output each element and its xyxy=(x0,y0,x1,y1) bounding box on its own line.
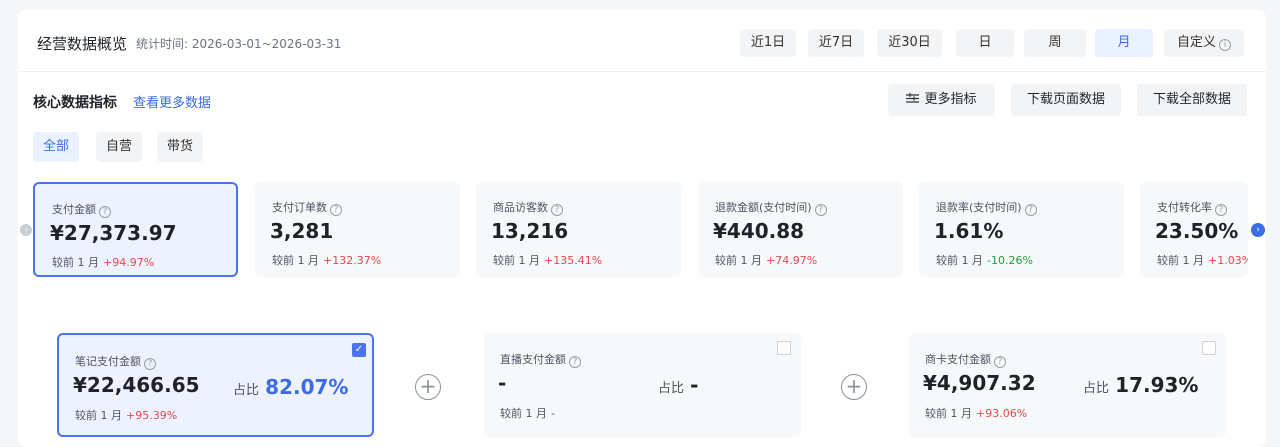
compare-label: 较前 1 月 xyxy=(1157,254,1204,267)
share-label: 占比 xyxy=(1083,381,1110,396)
help-icon: ? xyxy=(1215,204,1227,216)
business-overview-panel: 经营数据概览 统计时间: 2026-03-01~2026-03-31 近1日 近… xyxy=(18,10,1266,447)
metric-value: 13,216 xyxy=(491,219,569,243)
delta-value: - xyxy=(551,407,555,420)
delta-value: +95.39% xyxy=(126,409,178,422)
plus-circle-icon: + xyxy=(415,374,441,400)
overview-header: 经营数据概览 统计时间: 2026-03-01~2026-03-31 近1日 近… xyxy=(18,10,1266,72)
metric-label: 商品访客数 xyxy=(493,201,548,214)
breakdown-label: 商卡支付金额 xyxy=(925,353,991,366)
metric-value: 1.61% xyxy=(934,219,1004,243)
compare-label: 较前 1 月 xyxy=(936,254,983,267)
help-icon: ? xyxy=(814,204,827,216)
core-metrics-title: 核心数据指标 xyxy=(33,95,117,111)
delta-value: -10.26% xyxy=(987,254,1033,267)
sliders-icon xyxy=(906,93,920,103)
breakdown-value: ¥22,466.65 xyxy=(73,373,200,397)
help-icon: ? xyxy=(551,204,563,216)
breakdown-label: 直播支付金额 xyxy=(500,353,566,366)
breakdown-checkbox[interactable] xyxy=(1202,341,1216,355)
compare-label: 较前 1 月 xyxy=(500,407,547,420)
delta-value: +93.06% xyxy=(976,407,1028,420)
page-title: 经营数据概览 xyxy=(37,35,128,53)
share-value: 82.07% xyxy=(265,375,349,399)
metric-card-pay-orders[interactable]: 支付订单数? 3,281 较前 1 月 +132.37% xyxy=(255,182,460,277)
metric-card-product-visitors[interactable]: 商品访客数? 13,216 较前 1 月 +135.41% xyxy=(476,182,681,277)
tab-affiliate[interactable]: 带货 xyxy=(157,132,203,162)
share-label: 占比 xyxy=(658,381,685,396)
time-btn-week[interactable]: 周 xyxy=(1024,29,1086,57)
time-btn-day[interactable]: 日 xyxy=(956,29,1014,57)
breakdown-value: - xyxy=(498,371,507,395)
carousel-prev-icon[interactable]: ‹ xyxy=(20,224,32,236)
breakdown-checkbox[interactable]: ✓ xyxy=(352,343,366,357)
time-btn-30d[interactable]: 近30日 xyxy=(877,29,942,57)
help-icon: ? xyxy=(994,356,1006,368)
help-icon: ? xyxy=(569,356,581,368)
help-icon: ? xyxy=(330,204,342,216)
compare-label: 较前 1 月 xyxy=(715,254,762,267)
delta-value: +135.41% xyxy=(544,254,603,267)
breakdown-card-live-pay[interactable]: 直播支付金额? - 占比 - 较前 1 月- xyxy=(484,333,801,437)
metric-card-conversion-rate[interactable]: 支付转化率? 23.50% 较前 1 月 +1.03% xyxy=(1140,182,1248,277)
view-more-data-link[interactable]: 查看更多数据 xyxy=(133,92,211,111)
metric-card-refund-amount[interactable]: 退款金额(支付时间)? ¥440.88 较前 1 月 +74.97% xyxy=(698,182,903,277)
help-icon: ? xyxy=(1024,204,1037,216)
time-btn-7d[interactable]: 近7日 xyxy=(808,29,864,57)
metric-card-pay-amount[interactable]: 支付金额? ¥27,373.97 较前 1 月 +94.97% xyxy=(33,182,238,277)
tab-self-operated[interactable]: 自营 xyxy=(96,132,142,162)
delta-value: +132.37% xyxy=(323,254,382,267)
delta-value: +74.97% xyxy=(766,254,818,267)
delta-value: +94.97% xyxy=(103,256,155,269)
time-btn-month[interactable]: 月 xyxy=(1095,29,1153,57)
stat-period: 统计时间: 2026-03-01~2026-03-31 xyxy=(136,37,342,51)
help-icon: ? xyxy=(99,206,111,218)
more-metrics-button[interactable]: 更多指标 xyxy=(888,84,995,116)
metric-value: ¥440.88 xyxy=(713,219,805,243)
compare-label: 较前 1 月 xyxy=(493,254,540,267)
breakdown-checkbox[interactable] xyxy=(777,341,791,355)
breakdown-value: ¥4,907.32 xyxy=(923,371,1036,395)
compare-label: 较前 1 月 xyxy=(75,409,122,422)
info-icon: i xyxy=(1219,39,1231,51)
metric-label: 支付订单数 xyxy=(272,201,327,214)
plus-circle-icon: + xyxy=(841,374,867,400)
time-btn-custom[interactable]: 自定义 i xyxy=(1164,29,1244,57)
compare-label: 较前 1 月 xyxy=(272,254,319,267)
download-all-data-button[interactable]: 下载全部数据 xyxy=(1137,84,1247,116)
metric-value: 23.50% xyxy=(1155,219,1239,243)
share-value: 17.93% xyxy=(1115,373,1199,397)
metric-value: ¥27,373.97 xyxy=(50,221,177,245)
help-icon: ? xyxy=(144,358,156,370)
metric-card-refund-rate[interactable]: 退款率(支付时间)? 1.61% 较前 1 月 -10.26% xyxy=(919,182,1124,277)
metric-label: 退款率(支付时间) xyxy=(936,201,1022,214)
carousel-next-icon[interactable]: › xyxy=(1251,223,1265,237)
metric-label: 支付转化率 xyxy=(1157,201,1212,214)
share-label: 占比 xyxy=(233,383,260,398)
breakdown-label: 笔记支付金额 xyxy=(75,355,141,368)
delta-value: +1.03% xyxy=(1208,254,1248,267)
metric-label: 退款金额(支付时间) xyxy=(715,201,812,214)
metric-value: 3,281 xyxy=(270,219,334,243)
breakdown-card-note-pay[interactable]: 笔记支付金额? ¥22,466.65 占比 82.07% 较前 1 月 +95.3… xyxy=(57,333,374,437)
compare-label: 较前 1 月 xyxy=(52,256,99,269)
metric-label: 支付金额 xyxy=(52,203,96,216)
download-page-data-button[interactable]: 下载页面数据 xyxy=(1011,84,1121,116)
tab-all[interactable]: 全部 xyxy=(33,132,79,162)
compare-label: 较前 1 月 xyxy=(925,407,972,420)
breakdown-card-product-card-pay[interactable]: 商卡支付金额? ¥4,907.32 占比 17.93% 较前 1 月 +93.06… xyxy=(909,333,1226,437)
share-value: - xyxy=(690,373,699,397)
time-btn-1d[interactable]: 近1日 xyxy=(740,29,796,57)
